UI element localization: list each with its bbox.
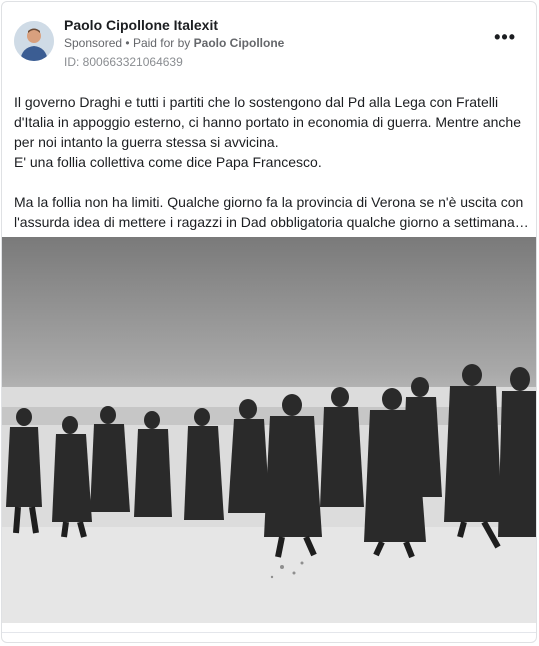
more-horizontal-icon[interactable]: ••• xyxy=(494,28,516,46)
separator-dot: • xyxy=(125,36,130,50)
sponsored-label: Sponsored xyxy=(64,36,123,50)
soldiers-in-snow-photo xyxy=(2,237,536,623)
post-text: Il governo Draghi e tutti i partiti che … xyxy=(14,92,529,232)
post-image[interactable] xyxy=(2,237,536,623)
divider xyxy=(2,632,536,633)
sponsored-line: Sponsored • Paid for by Paolo Cipollone xyxy=(64,36,284,50)
post-paragraph-1: Il governo Draghi e tutti i partiti che … xyxy=(14,94,522,150)
paid-for-name[interactable]: Paolo Cipollone xyxy=(194,36,285,50)
ad-id: ID: 800663321064639 xyxy=(64,55,183,69)
paid-for-label: Paid for by xyxy=(132,36,191,50)
profile-photo-icon xyxy=(14,21,54,61)
avatar[interactable] xyxy=(14,21,54,61)
post-paragraph-3: Ma la follia non ha limiti. Qualche gior… xyxy=(14,194,529,230)
page-name-link[interactable]: Paolo Cipollone Italexit xyxy=(64,17,218,33)
ad-card: Paolo Cipollone Italexit Sponsored • Pai… xyxy=(1,1,537,643)
post-paragraph-2: E' una follia collettiva come dice Papa … xyxy=(14,154,322,170)
